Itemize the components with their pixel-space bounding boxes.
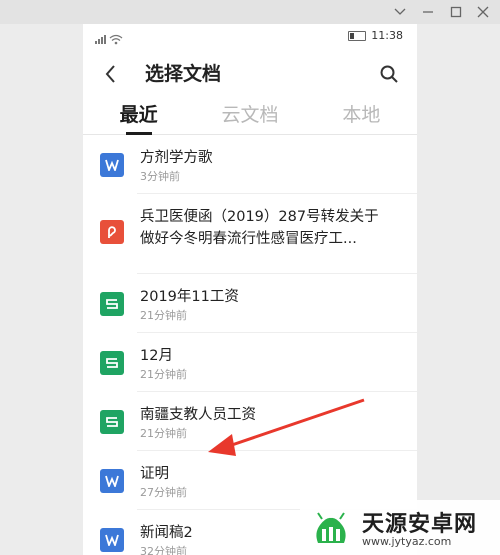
list-item[interactable]: 12月 21分钟前 bbox=[83, 333, 417, 392]
page-title: 选择文档 bbox=[145, 63, 222, 85]
list-item[interactable]: 2019年11工资 21分钟前 bbox=[83, 274, 417, 333]
list-item[interactable]: 方剂学方歌 3分钟前 bbox=[83, 135, 417, 194]
word-doc-icon bbox=[100, 469, 124, 493]
tab-recent[interactable]: 最近 bbox=[83, 100, 194, 135]
watermark-title: 天源安卓网 bbox=[362, 512, 478, 537]
status-time: 11:38 bbox=[371, 29, 403, 42]
signal-wifi-icon bbox=[95, 30, 125, 49]
minimize-icon[interactable] bbox=[420, 4, 436, 20]
tab-cloud-docs[interactable]: 云文档 bbox=[194, 100, 305, 134]
list-item[interactable]: 兵卫医便函（2019）287号转发关于做好今冬明春流行性感冒医疗工... bbox=[83, 194, 417, 274]
close-icon[interactable] bbox=[475, 4, 491, 20]
file-time: 27分钟前 bbox=[140, 486, 187, 499]
file-time: 3分钟前 bbox=[140, 170, 180, 183]
pdf-icon bbox=[100, 220, 124, 244]
file-name: 12月 bbox=[140, 348, 173, 364]
android-logo-icon bbox=[308, 505, 354, 551]
file-name: 方剂学方歌 bbox=[140, 150, 213, 166]
file-time: 32分钟前 bbox=[140, 545, 187, 555]
file-name: 2019年11工资 bbox=[140, 289, 239, 305]
file-name: 兵卫医便函（2019）287号转发关于做好今冬明春流行性感冒医疗工... bbox=[140, 209, 379, 247]
spreadsheet-icon bbox=[100, 292, 124, 316]
phone-screen: 11:38 选择文档 最近 云文档 本地 方剂学方歌 3分钟前 兵卫医便函（20… bbox=[83, 24, 417, 555]
tab-bar: 最近 云文档 本地 bbox=[83, 100, 417, 135]
battery-icon bbox=[348, 30, 367, 41]
spreadsheet-icon bbox=[100, 351, 124, 375]
back-arrow-icon[interactable] bbox=[99, 62, 123, 86]
app-bar: 选择文档 bbox=[83, 50, 417, 98]
word-doc-icon bbox=[100, 528, 124, 552]
file-name: 证明 bbox=[140, 466, 169, 482]
file-time: 21分钟前 bbox=[140, 368, 187, 381]
tab-local[interactable]: 本地 bbox=[306, 100, 417, 134]
word-doc-icon bbox=[100, 153, 124, 177]
maximize-icon[interactable] bbox=[448, 4, 464, 20]
status-bar: 11:38 bbox=[83, 24, 417, 50]
list-item[interactable]: 南疆支教人员工资 21分钟前 bbox=[83, 392, 417, 451]
chevron-down-icon[interactable] bbox=[392, 4, 408, 20]
window-titlebar bbox=[0, 0, 500, 24]
file-time: 21分钟前 bbox=[140, 309, 187, 322]
spreadsheet-icon bbox=[100, 410, 124, 434]
watermark: 天源安卓网 www.jytyaz.com bbox=[300, 500, 500, 555]
file-time: 21分钟前 bbox=[140, 427, 187, 440]
file-name: 南疆支教人员工资 bbox=[140, 407, 256, 423]
file-list: 方剂学方歌 3分钟前 兵卫医便函（2019）287号转发关于做好今冬明春流行性感… bbox=[83, 135, 417, 555]
search-icon[interactable] bbox=[377, 62, 401, 86]
watermark-url: www.jytyaz.com bbox=[362, 535, 452, 548]
